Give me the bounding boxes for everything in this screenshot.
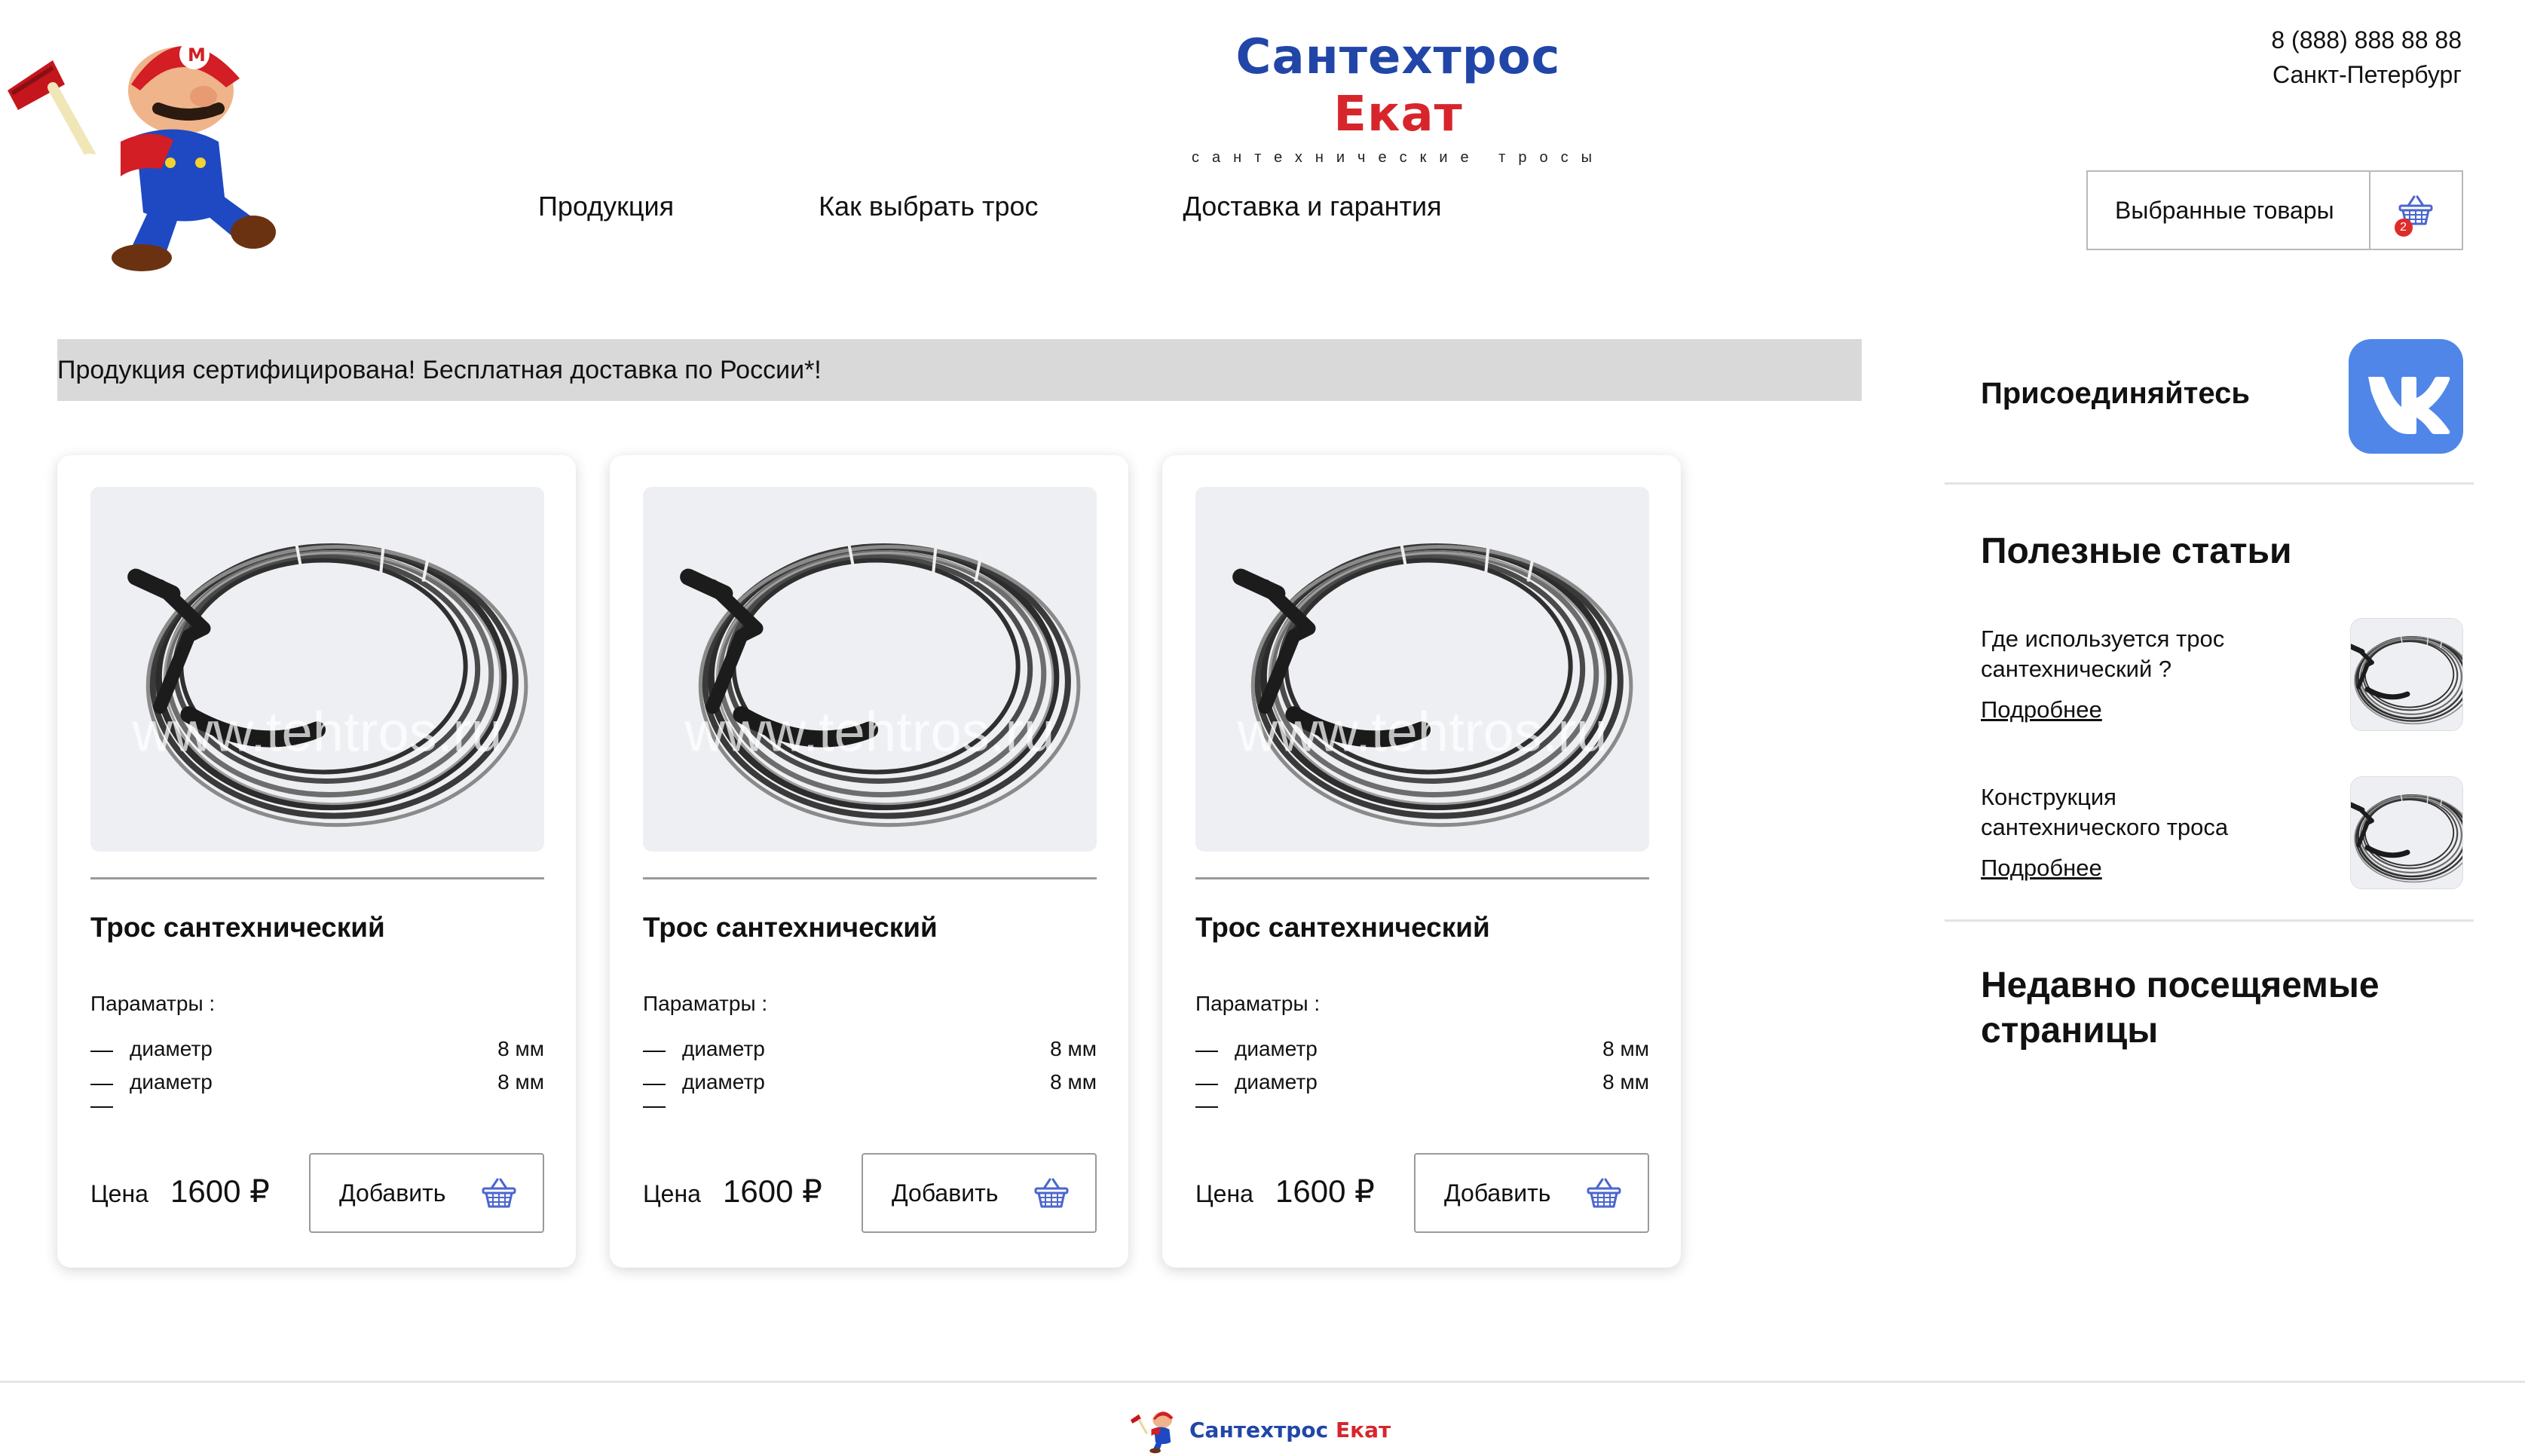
param-value: 8 мм: [497, 1070, 544, 1094]
promo-banner: Продукция сертифицирована! Бесплатная до…: [57, 339, 1862, 401]
param-row: диаметр 8 мм: [643, 1037, 1097, 1067]
join-heading: Присоединяйтесь: [1981, 377, 2250, 410]
vk-icon[interactable]: [2349, 339, 2463, 454]
param-row: диаметр 8 мм: [643, 1070, 1097, 1100]
basket-icon: [1587, 1178, 1621, 1208]
phone-number[interactable]: 8 (888) 888 88 88: [2271, 23, 2462, 57]
add-to-cart-button[interactable]: Добавить: [1414, 1153, 1649, 1233]
product-card: www.tehtros.ru Трос сантехнический Парам…: [610, 455, 1128, 1268]
image-watermark: www.tehtros.ru: [132, 700, 503, 763]
dash-icon: [90, 1051, 113, 1052]
card-divider: [643, 877, 1097, 879]
image-watermark: www.tehtros.ru: [1237, 700, 1608, 763]
product-image[interactable]: www.tehtros.ru: [643, 487, 1097, 852]
price-value: 1600 ₽: [1275, 1173, 1375, 1209]
article-thumbnail[interactable]: [2350, 776, 2463, 889]
add-button-label: Добавить: [339, 1179, 446, 1207]
add-button-label: Добавить: [1444, 1179, 1551, 1207]
brand-tagline: сантехнические тросы: [1192, 149, 1605, 166]
product-title[interactable]: Трос сантехнический: [1195, 912, 1490, 944]
param-value: 8 мм: [1602, 1070, 1649, 1094]
params-heading: Параматры :: [90, 992, 216, 1015]
basket-icon: [1034, 1178, 1069, 1208]
add-to-cart-button[interactable]: Добавить: [309, 1153, 544, 1233]
card-divider: [90, 877, 544, 879]
articles-heading: Полезные статьи: [1981, 531, 2292, 571]
param-value: 8 мм: [1050, 1070, 1097, 1094]
dash-icon: [1195, 1106, 1218, 1108]
params-heading: Параматры :: [643, 992, 768, 1015]
brand-title: Сантехтрос Екат: [1183, 29, 1613, 143]
nav-item-delivery[interactable]: Доставка и гарантия: [1183, 191, 1442, 222]
param-value: 8 мм: [497, 1037, 544, 1060]
product-card: www.tehtros.ru Трос сантехнический Парам…: [57, 455, 576, 1268]
param-name: диаметр: [130, 1037, 213, 1060]
dash-icon: [643, 1084, 666, 1085]
svg-text:M: M: [188, 44, 206, 66]
contacts: 8 (888) 888 88 88 Санкт-Петербург: [2271, 23, 2462, 92]
price-value: 1600 ₽: [170, 1173, 270, 1209]
add-to-cart-button[interactable]: Добавить: [862, 1153, 1097, 1233]
param-row: диаметр 8 мм: [90, 1070, 544, 1100]
param-value: 8 мм: [1602, 1037, 1649, 1060]
selected-items-label: Выбранные товары: [2115, 196, 2334, 224]
article-title[interactable]: Конструкция сантехнического троса: [1981, 782, 2297, 843]
param-name: диаметр: [1235, 1070, 1318, 1094]
footer-logo[interactable]: Сантехтрос Екат: [1129, 1405, 1391, 1454]
footer-brand: Сантехтрос Екат: [1189, 1418, 1391, 1442]
cart-icon-cell: 2: [2368, 172, 2462, 249]
product-image[interactable]: www.tehtros.ru: [1195, 487, 1649, 852]
mascot-icon: [1130, 1412, 1174, 1454]
product-title[interactable]: Трос сантехнический: [643, 912, 938, 944]
recent-pages-heading: Недавно посещяемые страницы: [1981, 965, 2380, 1051]
article-thumbnail[interactable]: [2350, 618, 2463, 731]
selected-items-button[interactable]: Выбранные товары 2: [2086, 170, 2463, 250]
sidebar-divider: [1945, 482, 2474, 485]
param-row: диаметр 8 мм: [1195, 1037, 1649, 1067]
price-label: Цена: [90, 1180, 148, 1207]
price-value: 1600 ₽: [723, 1173, 822, 1209]
param-value: 8 мм: [1050, 1037, 1097, 1060]
param-name: диаметр: [682, 1070, 765, 1094]
nav-item-products[interactable]: Продукция: [538, 191, 674, 222]
article-title[interactable]: Где используется трос сантехнический ?: [1981, 624, 2297, 684]
price-label: Цена: [643, 1180, 701, 1207]
param-row: диаметр 8 мм: [90, 1037, 544, 1067]
city-label: Санкт-Петербург: [2272, 61, 2462, 88]
dash-icon: [643, 1051, 666, 1052]
footer-divider: [0, 1381, 2525, 1383]
price-label: Цена: [1195, 1180, 1253, 1207]
product-list: www.tehtros.ru Трос сантехнический Парам…: [57, 455, 1715, 1268]
dash-icon: [643, 1106, 666, 1108]
footer-brand-part2: Екат: [1335, 1417, 1391, 1442]
param-name: диаметр: [682, 1037, 765, 1060]
param-name: диаметр: [130, 1070, 213, 1094]
mascot-logo[interactable]: M: [0, 15, 286, 271]
dash-icon: [1195, 1051, 1218, 1052]
param-name: диаметр: [1235, 1037, 1318, 1060]
param-row: диаметр 8 мм: [1195, 1070, 1649, 1100]
sidebar-divider: [1945, 919, 2474, 922]
dash-icon: [90, 1084, 113, 1085]
product-title[interactable]: Трос сантехнический: [90, 912, 385, 944]
footer-brand-part1: Сантехтрос: [1189, 1417, 1329, 1442]
brand-name-part2: Екат: [1333, 87, 1463, 142]
image-watermark: www.tehtros.ru: [684, 700, 1055, 763]
cart-count-badge: 2: [2394, 219, 2413, 237]
product-image[interactable]: www.tehtros.ru: [90, 487, 544, 852]
brand-logo[interactable]: Сантехтрос Екат сантехнические тросы: [1183, 29, 1613, 167]
article-more-link[interactable]: Подробнее: [1981, 855, 2102, 882]
main-nav: Продукция Как выбрать трос Доставка и га…: [538, 191, 1587, 222]
product-card: www.tehtros.ru Трос сантехнический Парам…: [1162, 455, 1681, 1268]
article-more-link[interactable]: Подробнее: [1981, 696, 2102, 723]
brand-name-part1: Сантехтрос: [1235, 29, 1561, 85]
nav-item-how-to-choose[interactable]: Как выбрать трос: [819, 191, 1038, 222]
basket-icon: [482, 1178, 516, 1208]
dash-icon: [1195, 1084, 1218, 1085]
card-divider: [1195, 877, 1649, 879]
params-heading: Параматры :: [1195, 992, 1321, 1015]
add-button-label: Добавить: [892, 1179, 999, 1207]
dash-icon: [90, 1106, 113, 1108]
